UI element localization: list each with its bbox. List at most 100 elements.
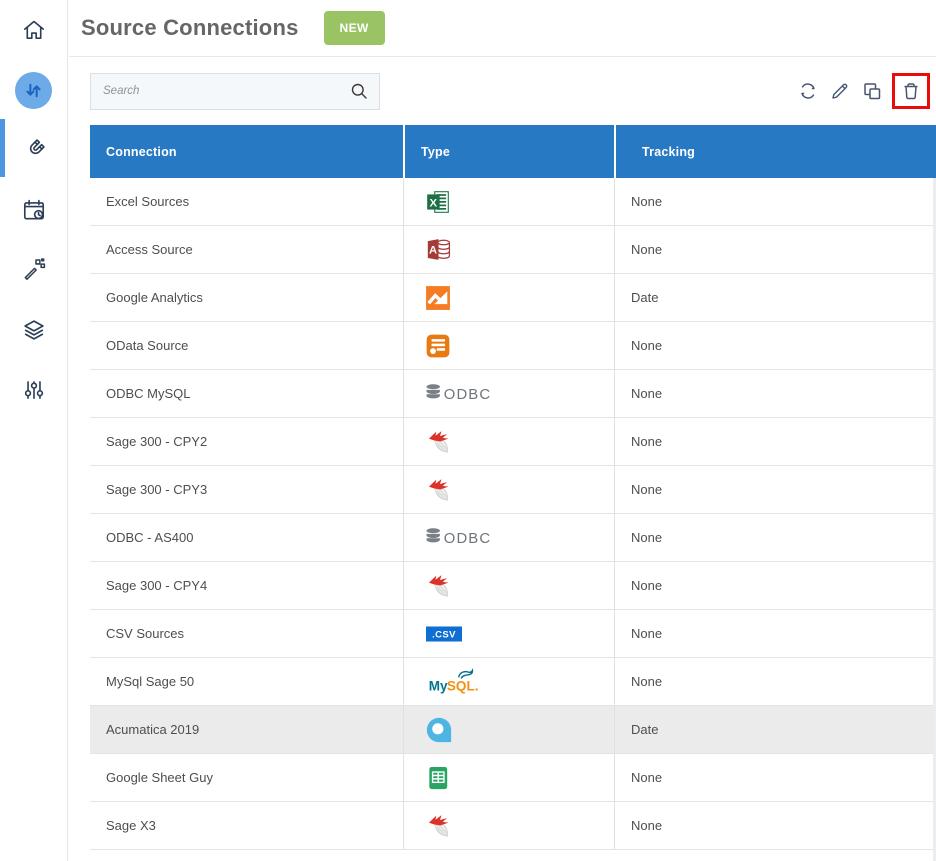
tracking-value: None — [614, 226, 936, 273]
search-button[interactable] — [349, 81, 369, 101]
excel-icon — [425, 189, 451, 215]
table-row[interactable]: Google Analytics Date — [90, 274, 936, 322]
copy-button[interactable] — [860, 79, 884, 103]
refresh-button[interactable] — [796, 79, 820, 103]
search-box — [90, 73, 380, 110]
table-row[interactable]: CSV Sources None — [90, 610, 936, 658]
type-cell — [403, 706, 614, 753]
table-row[interactable]: Sage 300 - CPY2 None — [90, 418, 936, 466]
connection-name: Access Source — [90, 226, 403, 273]
delete-button[interactable] — [899, 79, 923, 103]
type-cell — [403, 178, 614, 225]
controls-row — [69, 57, 936, 125]
odata-icon — [425, 333, 451, 359]
connections-table: Connection Type Tracking Excel Sources N… — [90, 125, 936, 850]
edit-button[interactable] — [828, 79, 852, 103]
connection-name: Sage X3 — [90, 802, 403, 849]
page-header: Source Connections NEW — [69, 0, 936, 57]
edit-icon — [829, 80, 851, 102]
tracking-value: None — [614, 322, 936, 369]
delete-icon — [900, 80, 922, 102]
tracking-value: None — [614, 562, 936, 609]
table-header: Connection Type Tracking — [90, 125, 936, 178]
tracking-value: None — [614, 754, 936, 801]
sql-server-icon — [425, 812, 452, 839]
refresh-icon — [797, 80, 819, 102]
sql-server-icon — [425, 476, 452, 503]
layers-icon — [21, 317, 47, 343]
table-row[interactable]: OData Source None — [90, 322, 936, 370]
sidebar-item-layers[interactable] — [0, 300, 67, 360]
type-cell — [403, 658, 614, 705]
google-sheets-icon — [425, 765, 451, 791]
table-row[interactable]: MySql Sage 50 None — [90, 658, 936, 706]
page-title: Source Connections — [81, 15, 299, 41]
access-icon — [425, 236, 452, 263]
home-icon — [21, 17, 47, 43]
sidebar-item-settings[interactable] — [0, 360, 67, 420]
magic-wand-icon — [21, 257, 47, 283]
odbc-icon — [425, 382, 497, 405]
toolbar — [796, 73, 930, 109]
search-icon — [349, 81, 369, 101]
active-item-circle — [15, 72, 52, 109]
annotation-highlight-box — [892, 73, 930, 109]
connection-name: ODBC - AS400 — [90, 514, 403, 561]
tracking-value: None — [614, 370, 936, 417]
tracking-value: None — [614, 418, 936, 465]
type-cell — [403, 802, 614, 849]
connection-name: Sage 300 - CPY4 — [90, 562, 403, 609]
main-content: Source Connections NEW — [69, 0, 936, 861]
table-row[interactable]: Sage 300 - CPY3 None — [90, 466, 936, 514]
table-row[interactable]: Sage X3 None — [90, 802, 936, 850]
type-cell — [403, 514, 614, 561]
odbc-icon — [425, 526, 497, 549]
sidebar-item-source-connections-active[interactable] — [0, 60, 67, 120]
table-row[interactable]: ODBC MySQL None — [90, 370, 936, 418]
connection-name: Sage 300 - CPY2 — [90, 418, 403, 465]
table-row[interactable]: ODBC - AS400 None — [90, 514, 936, 562]
column-header-connection[interactable]: Connection — [90, 125, 403, 178]
sql-server-icon — [425, 428, 452, 455]
calendar-clock-icon — [21, 197, 47, 223]
connection-name: MySql Sage 50 — [90, 658, 403, 705]
connection-name: Google Analytics — [90, 274, 403, 321]
csv-icon — [425, 622, 465, 646]
connection-name: Excel Sources — [90, 178, 403, 225]
sidebar — [0, 0, 68, 861]
sidebar-item-schedule[interactable] — [0, 180, 67, 240]
table-row[interactable]: Excel Sources None — [90, 178, 936, 226]
column-header-type[interactable]: Type — [403, 125, 614, 178]
table-row[interactable]: Sage 300 - CPY4 None — [90, 562, 936, 610]
sidebar-item-magnet[interactable] — [0, 120, 67, 180]
tracking-value: Date — [614, 274, 936, 321]
search-input[interactable] — [91, 85, 349, 97]
sidebar-item-wizard[interactable] — [0, 240, 67, 300]
tracking-value: None — [614, 658, 936, 705]
tracking-value: None — [614, 514, 936, 561]
type-cell — [403, 610, 614, 657]
column-header-tracking[interactable]: Tracking — [614, 125, 936, 178]
sliders-icon — [21, 377, 47, 403]
table-row[interactable]: Google Sheet Guy None — [90, 754, 936, 802]
tracking-value: None — [614, 610, 936, 657]
copy-icon — [861, 80, 883, 102]
sql-server-icon — [425, 572, 452, 599]
type-cell — [403, 322, 614, 369]
type-cell — [403, 274, 614, 321]
table-row[interactable]: Access Source None — [90, 226, 936, 274]
tracking-value: None — [614, 466, 936, 513]
google-analytics-icon — [425, 285, 451, 311]
mysql-icon — [425, 668, 481, 696]
acumatica-icon — [425, 716, 453, 744]
type-cell — [403, 370, 614, 417]
type-cell — [403, 754, 614, 801]
sidebar-item-home[interactable] — [0, 0, 67, 60]
new-button[interactable]: NEW — [324, 11, 385, 45]
table-row-selected[interactable]: Acumatica 2019 Date — [90, 706, 936, 754]
connection-name: CSV Sources — [90, 610, 403, 657]
sync-arrows-icon — [23, 80, 44, 101]
tracking-value: None — [614, 178, 936, 225]
connection-name: Sage 300 - CPY3 — [90, 466, 403, 513]
type-cell — [403, 418, 614, 465]
